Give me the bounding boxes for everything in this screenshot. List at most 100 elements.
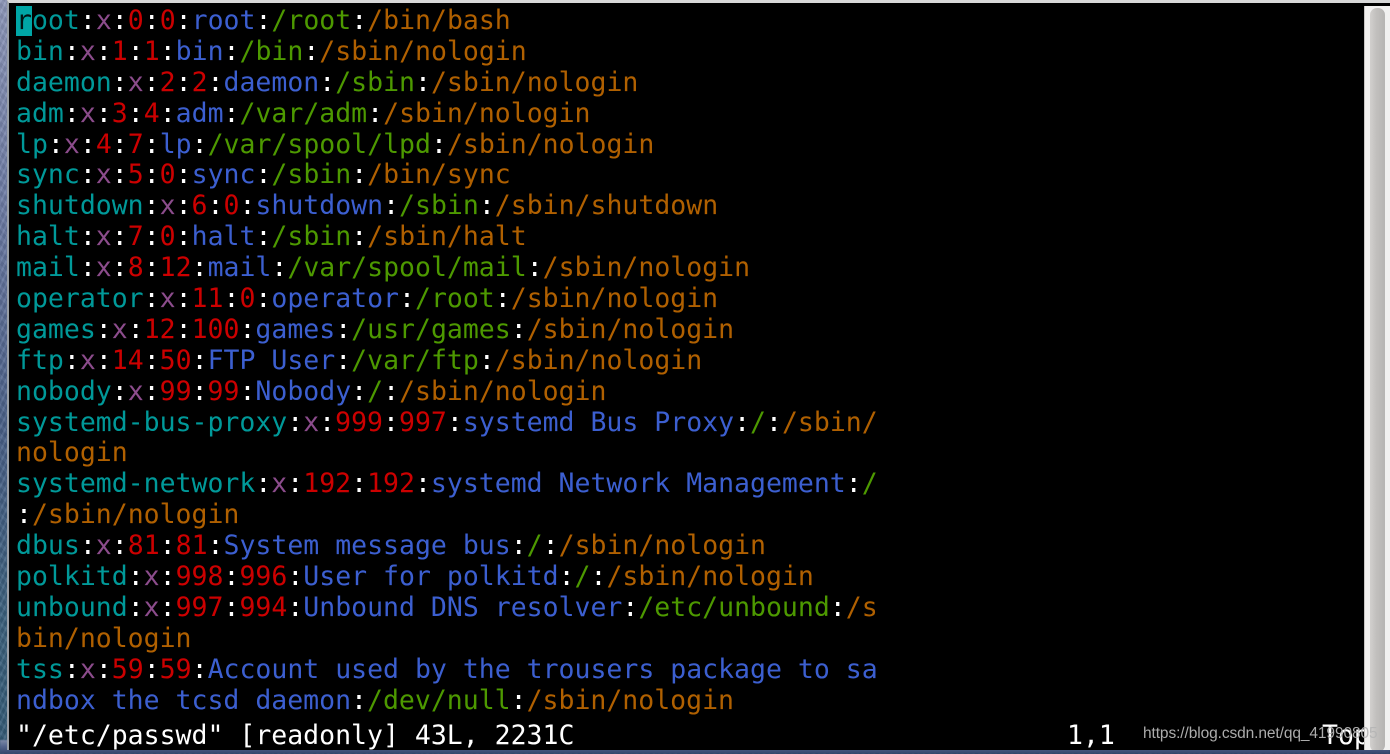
field-separator: : [319, 66, 336, 98]
field-separator: : [95, 344, 112, 376]
field-separator: : [239, 375, 256, 407]
passwd-field-password: x [111, 313, 128, 345]
field-separator: : [143, 190, 160, 222]
status-ruler: 1,1 [1067, 720, 1115, 750]
passwd-field-uid: 6 [191, 190, 208, 222]
field-separator: : [16, 499, 32, 531]
field-separator: : [415, 66, 431, 98]
passwd-field-username: systemd-bus-proxy [16, 406, 288, 438]
passwd-field-home: / [750, 406, 766, 438]
field-separator: : [159, 530, 176, 562]
field-separator: : [191, 344, 208, 376]
field-separator: : [845, 468, 862, 500]
passwd-field-gecos: mail [207, 252, 272, 284]
field-separator: : [143, 128, 160, 160]
field-separator: : [191, 375, 208, 407]
field-separator: : [223, 283, 240, 315]
buffer-line: bin:x:1:1:bin:/bin:/sbin/nologin [9, 35, 1364, 68]
field-separator: : [622, 591, 639, 623]
buffer-line: tss:x:59:59:Account used by the trousers… [9, 653, 1364, 686]
passwd-field-gid: 994 [239, 591, 288, 623]
passwd-field-shell: /sbin/shutdown [494, 190, 719, 222]
field-separator: : [143, 375, 160, 407]
passwd-field-home: /sbin [399, 190, 479, 222]
passwd-field-home: /sbin [335, 66, 415, 98]
passwd-field-username: dbus [16, 530, 80, 562]
field-separator: : [207, 530, 224, 562]
field-separator: : [79, 128, 96, 160]
field-separator: : [335, 313, 352, 345]
passwd-field-home: / [861, 468, 878, 500]
vertical-scrollbar-thumb[interactable] [1370, 8, 1385, 750]
passwd-field-uid: 1 [111, 35, 128, 67]
field-separator: : [207, 190, 224, 222]
passwd-field-username: polkitd [16, 561, 128, 593]
field-separator: : [79, 221, 96, 253]
field-separator: : [734, 406, 751, 438]
passwd-field-gecos: systemd Network Management [430, 468, 846, 500]
passwd-field-shell: /bin/sync [367, 159, 511, 191]
field-separator: : [223, 591, 240, 623]
field-separator: : [159, 35, 176, 67]
status-file-message: "/etc/passwd" [readonly] 43L, 2231C [16, 720, 575, 750]
field-separator: : [95, 35, 112, 67]
field-separator: : [175, 190, 192, 222]
field-separator: : [175, 66, 192, 98]
passwd-field-password: x [271, 468, 288, 500]
passwd-field-gid: 4 [143, 97, 160, 129]
buffer-line: dbus:x:81:81:System message bus:/:/sbin/… [9, 530, 1364, 562]
field-separator: : [223, 97, 240, 129]
vertical-scrollbar-track[interactable] [1364, 6, 1390, 750]
passwd-field-username: adm [16, 97, 64, 129]
field-separator: : [271, 252, 288, 284]
field-separator: : [111, 128, 128, 160]
passwd-field-uid: 997 [175, 591, 224, 623]
field-separator: : [510, 684, 527, 716]
field-separator: : [335, 344, 352, 376]
field-separator: : [414, 468, 431, 500]
field-separator: : [63, 35, 80, 67]
field-separator: : [63, 653, 80, 685]
field-separator: : [127, 35, 144, 67]
passwd-field-uid: 0 [127, 6, 144, 36]
field-separator: : [351, 159, 368, 191]
passwd-field-shell: /sbin/nologin [510, 283, 719, 315]
passwd-field-home: /bin [239, 35, 304, 67]
field-separator: : [287, 591, 304, 623]
field-separator: : [127, 97, 144, 129]
buffer-line: polkitd:x:998:996:User for polkitd:/:/sb… [9, 561, 1364, 593]
passwd-field-shell: /sbin/nologin [31, 499, 240, 531]
passwd-field-username: oot [31, 6, 80, 36]
passwd-field-gid: 7 [127, 128, 144, 160]
passwd-field-uid: 59 [111, 653, 144, 685]
field-separator: : [95, 653, 112, 685]
passwd-field-gecos: Nobody [255, 375, 352, 407]
field-separator: : [223, 35, 240, 67]
field-separator: : [127, 591, 144, 623]
field-separator: : [63, 97, 80, 129]
passwd-field-shell: /sbin/nologin [319, 35, 527, 67]
passwd-field-uid: 81 [127, 530, 160, 562]
passwd-field-gecos: bin [175, 35, 224, 67]
terminal-window[interactable]: root:x:0:0:root:/root:/bin/bash bin:x:1:1… [7, 0, 1390, 750]
passwd-field-home: /usr/games [351, 313, 511, 345]
passwd-field-username: bin [16, 35, 64, 67]
passwd-field-password: x [79, 35, 96, 67]
passwd-field-gecos: Account used by the trousers package to … [207, 653, 878, 685]
field-separator: : [542, 530, 559, 562]
vim-text-buffer[interactable]: root:x:0:0:root:/root:/bin/bash bin:x:1:1… [9, 6, 1364, 718]
field-separator: : [143, 66, 160, 98]
buffer-line: unbound:x:997:994:Unbound DNS resolver:/… [9, 591, 1364, 624]
field-separator: : [111, 221, 128, 253]
passwd-field-uid: 998 [175, 561, 224, 593]
passwd-field-username: tss [16, 653, 64, 685]
field-separator: : [255, 221, 272, 253]
passwd-field-shell: /bin/bash [367, 6, 511, 36]
passwd-field-gid: 1 [143, 35, 160, 67]
field-separator: : [319, 406, 336, 438]
field-separator: : [79, 530, 96, 562]
passwd-field-username: sync [16, 159, 80, 191]
passwd-field-password: x [95, 6, 112, 36]
passwd-field-gid: 59 [159, 653, 192, 685]
field-separator: : [127, 313, 144, 345]
